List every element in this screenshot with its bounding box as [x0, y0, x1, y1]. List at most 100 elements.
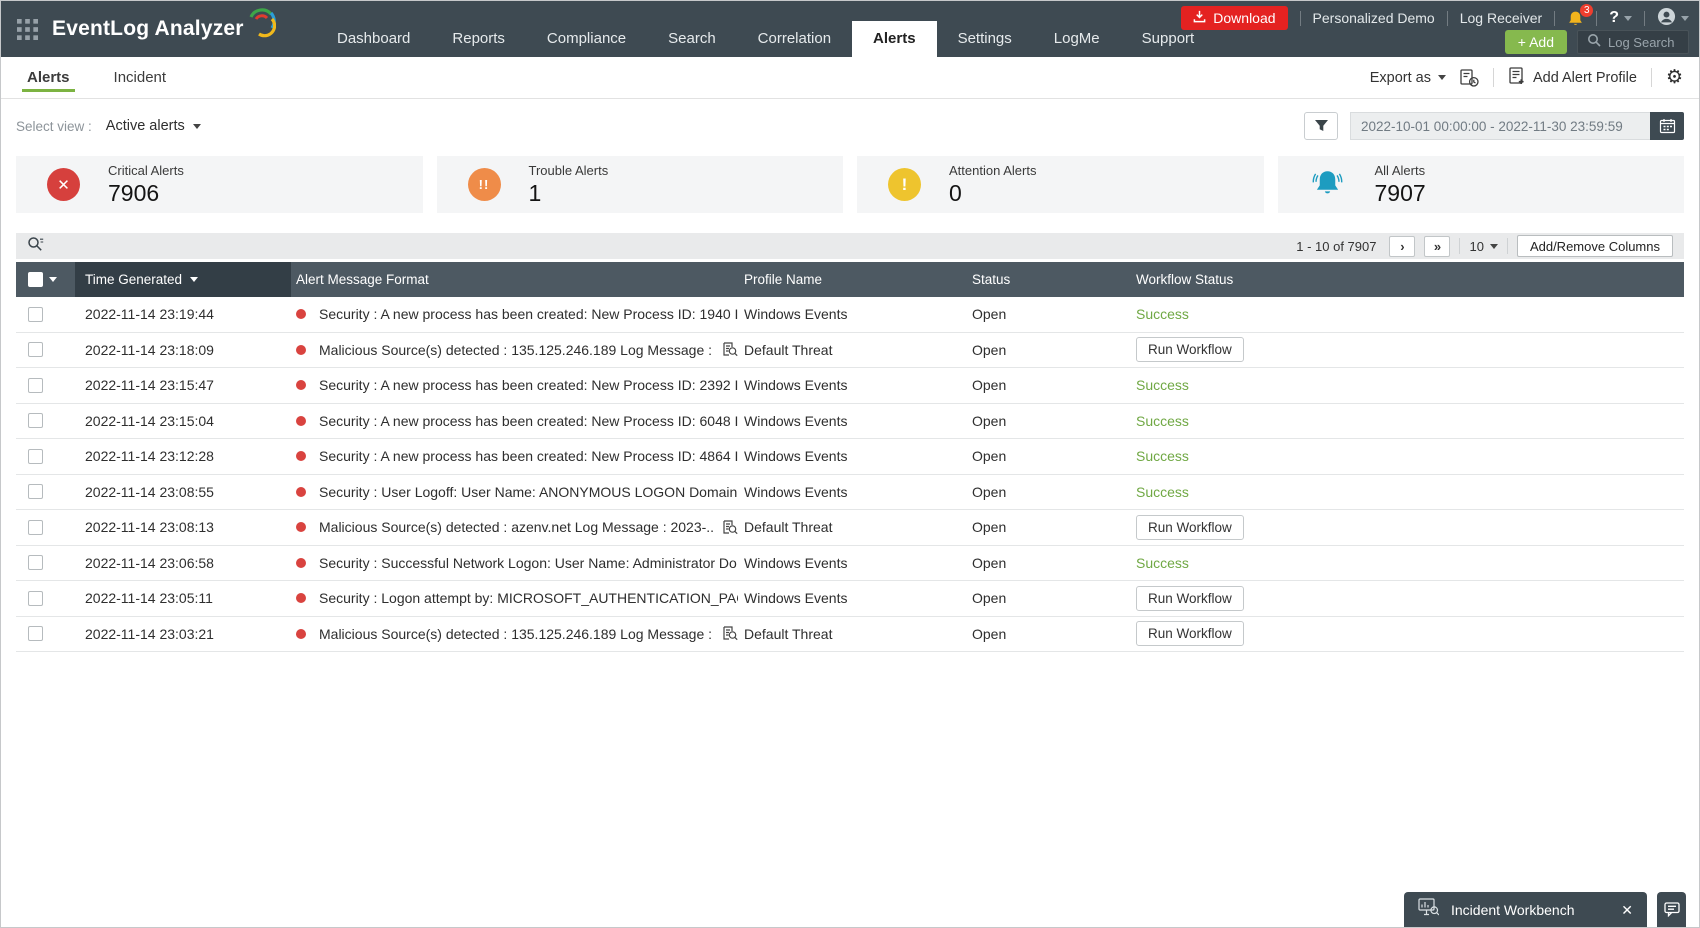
date-range-input[interactable]: [1350, 112, 1650, 140]
column-header-profile-name: Profile Name: [744, 272, 823, 287]
page-size-selector[interactable]: 10: [1469, 239, 1498, 254]
export-as-menu[interactable]: Export as: [1370, 70, 1446, 86]
row-checkbox[interactable]: [28, 342, 43, 358]
row-checkbox[interactable]: [28, 448, 43, 464]
profile-name: Windows Events: [744, 483, 848, 500]
trouble-alerts-icon: !!: [467, 168, 501, 201]
tab-incident[interactable]: Incident: [114, 57, 167, 98]
card-label: Trouble Alerts: [528, 162, 609, 178]
app-title: EventLog Analyzer: [52, 17, 244, 40]
download-button[interactable]: Download: [1181, 6, 1288, 30]
incident-workbench-bar[interactable]: Incident Workbench ✕: [1404, 892, 1647, 927]
select-menu-chevron-icon[interactable]: [49, 277, 57, 282]
row-checkbox[interactable]: [28, 626, 43, 642]
notifications-bell-icon[interactable]: 3: [1567, 3, 1594, 27]
table-row: 2022-11-14 23:18:09 Malicious Source(s) …: [16, 332, 1684, 368]
row-checkbox[interactable]: [28, 555, 43, 571]
user-menu[interactable]: [1657, 7, 1689, 29]
apps-grid-icon[interactable]: [17, 18, 38, 40]
profile-name: Default Threat: [744, 519, 833, 536]
nav-item-compliance[interactable]: Compliance: [526, 21, 647, 57]
view-log-search-icon[interactable]: [722, 342, 738, 357]
log-receiver-link[interactable]: Log Receiver: [1460, 10, 1543, 26]
run-workflow-button[interactable]: Run Workflow: [1136, 621, 1244, 647]
nav-item-dashboard[interactable]: Dashboard: [316, 21, 431, 57]
next-page-button[interactable]: ›: [1389, 235, 1416, 257]
attention-alerts-icon: !: [888, 168, 921, 201]
table-search-icon[interactable]: [27, 236, 44, 257]
profile-name: Windows Events: [744, 306, 848, 323]
header-action-bar: + Add: [1504, 30, 1689, 54]
severity-dot-icon: [296, 415, 306, 426]
help-menu[interactable]: ?: [1609, 9, 1632, 27]
row-checkbox[interactable]: [28, 484, 43, 500]
select-all-checkbox[interactable]: [28, 272, 43, 287]
card-label: All Alerts: [1374, 162, 1426, 178]
alert-status: Open: [972, 625, 1007, 642]
workflow-status-label: Success: [1136, 306, 1189, 323]
critical-alerts-card[interactable]: ✕ Critical Alerts 7906: [16, 156, 423, 213]
log-search-box[interactable]: [1577, 30, 1689, 54]
tab-alerts[interactable]: Alerts: [22, 57, 75, 98]
divider: [1644, 10, 1645, 26]
table-row: 2022-11-14 23:06:58 Security : Successfu…: [16, 545, 1684, 581]
alert-message: Security : A new process has been create…: [319, 412, 738, 429]
workflow-status-label: Success: [1136, 483, 1189, 500]
row-time: 2022-11-14 23:08:13: [85, 519, 214, 536]
column-header-time-generated[interactable]: Time Generated: [75, 262, 291, 297]
feedback-chat-button[interactable]: [1657, 892, 1686, 927]
all-alerts-bell-icon: [1309, 167, 1347, 203]
profile-name: Windows Events: [744, 554, 848, 571]
column-header-workflow-status: Workflow Status: [1136, 272, 1234, 287]
row-time: 2022-11-14 23:19:44: [85, 306, 214, 323]
close-icon[interactable]: ✕: [1621, 903, 1633, 917]
profile-name: Default Threat: [744, 341, 833, 358]
row-checkbox[interactable]: [28, 377, 43, 393]
nav-item-correlation[interactable]: Correlation: [737, 21, 852, 57]
view-selector[interactable]: Active alerts: [106, 118, 201, 134]
personalized-demo-link[interactable]: Personalized Demo: [1313, 10, 1435, 26]
severity-dot-icon: [296, 557, 306, 568]
nav-item-alerts[interactable]: Alerts: [852, 21, 937, 57]
row-checkbox[interactable]: [28, 306, 43, 322]
nav-item-logme[interactable]: LogMe: [1033, 21, 1121, 57]
nav-item-settings[interactable]: Settings: [937, 21, 1033, 57]
attention-alerts-card[interactable]: ! Attention Alerts 0: [857, 156, 1264, 213]
calendar-button[interactable]: [1650, 112, 1684, 140]
column-header-alert-message: Alert Message Format: [296, 272, 429, 287]
workflow-status-label: Success: [1136, 448, 1189, 465]
nav-item-search[interactable]: Search: [647, 21, 737, 57]
alert-message: Security : Successful Network Logon: Use…: [319, 554, 738, 571]
all-alerts-card[interactable]: All Alerts 7907: [1277, 156, 1684, 213]
add-remove-columns-button[interactable]: Add/Remove Columns: [1516, 235, 1673, 257]
view-log-search-icon[interactable]: [722, 520, 738, 535]
add-button[interactable]: + Add: [1504, 30, 1567, 54]
workflow-status-label: Success: [1136, 377, 1189, 394]
row-checkbox[interactable]: [28, 519, 43, 535]
row-checkbox[interactable]: [28, 590, 43, 606]
gear-icon[interactable]: ⚙: [1666, 68, 1683, 87]
nav-item-reports[interactable]: Reports: [431, 21, 526, 57]
run-workflow-button[interactable]: Run Workflow: [1136, 585, 1244, 611]
chevron-down-icon: [1489, 243, 1498, 249]
app-logo[interactable]: EventLog Analyzer: [52, 7, 276, 50]
log-search-input[interactable]: [1608, 34, 1679, 50]
run-workflow-button[interactable]: Run Workflow: [1136, 337, 1244, 363]
schedule-report-icon[interactable]: [1460, 68, 1479, 87]
alert-message: Malicious Source(s) detected : 135.125.2…: [319, 625, 713, 642]
add-alert-profile-button[interactable]: Add Alert Profile: [1508, 66, 1637, 89]
trouble-alerts-card[interactable]: !! Trouble Alerts 1: [436, 156, 843, 213]
filter-button[interactable]: [1304, 112, 1338, 140]
run-workflow-button[interactable]: Run Workflow: [1136, 514, 1244, 540]
alert-status: Open: [972, 448, 1007, 465]
last-page-button[interactable]: »: [1424, 235, 1451, 257]
sort-desc-icon: [190, 277, 199, 282]
row-checkbox[interactable]: [28, 413, 43, 429]
row-time: 2022-11-14 23:06:58: [85, 554, 214, 571]
date-filter-group: [1304, 112, 1684, 140]
view-log-search-icon[interactable]: [722, 626, 738, 641]
row-time: 2022-11-14 23:15:47: [85, 377, 214, 394]
table-row: 2022-11-14 23:08:13 Malicious Source(s) …: [16, 510, 1684, 546]
card-value: 1: [528, 179, 542, 206]
divider: [1299, 10, 1301, 26]
